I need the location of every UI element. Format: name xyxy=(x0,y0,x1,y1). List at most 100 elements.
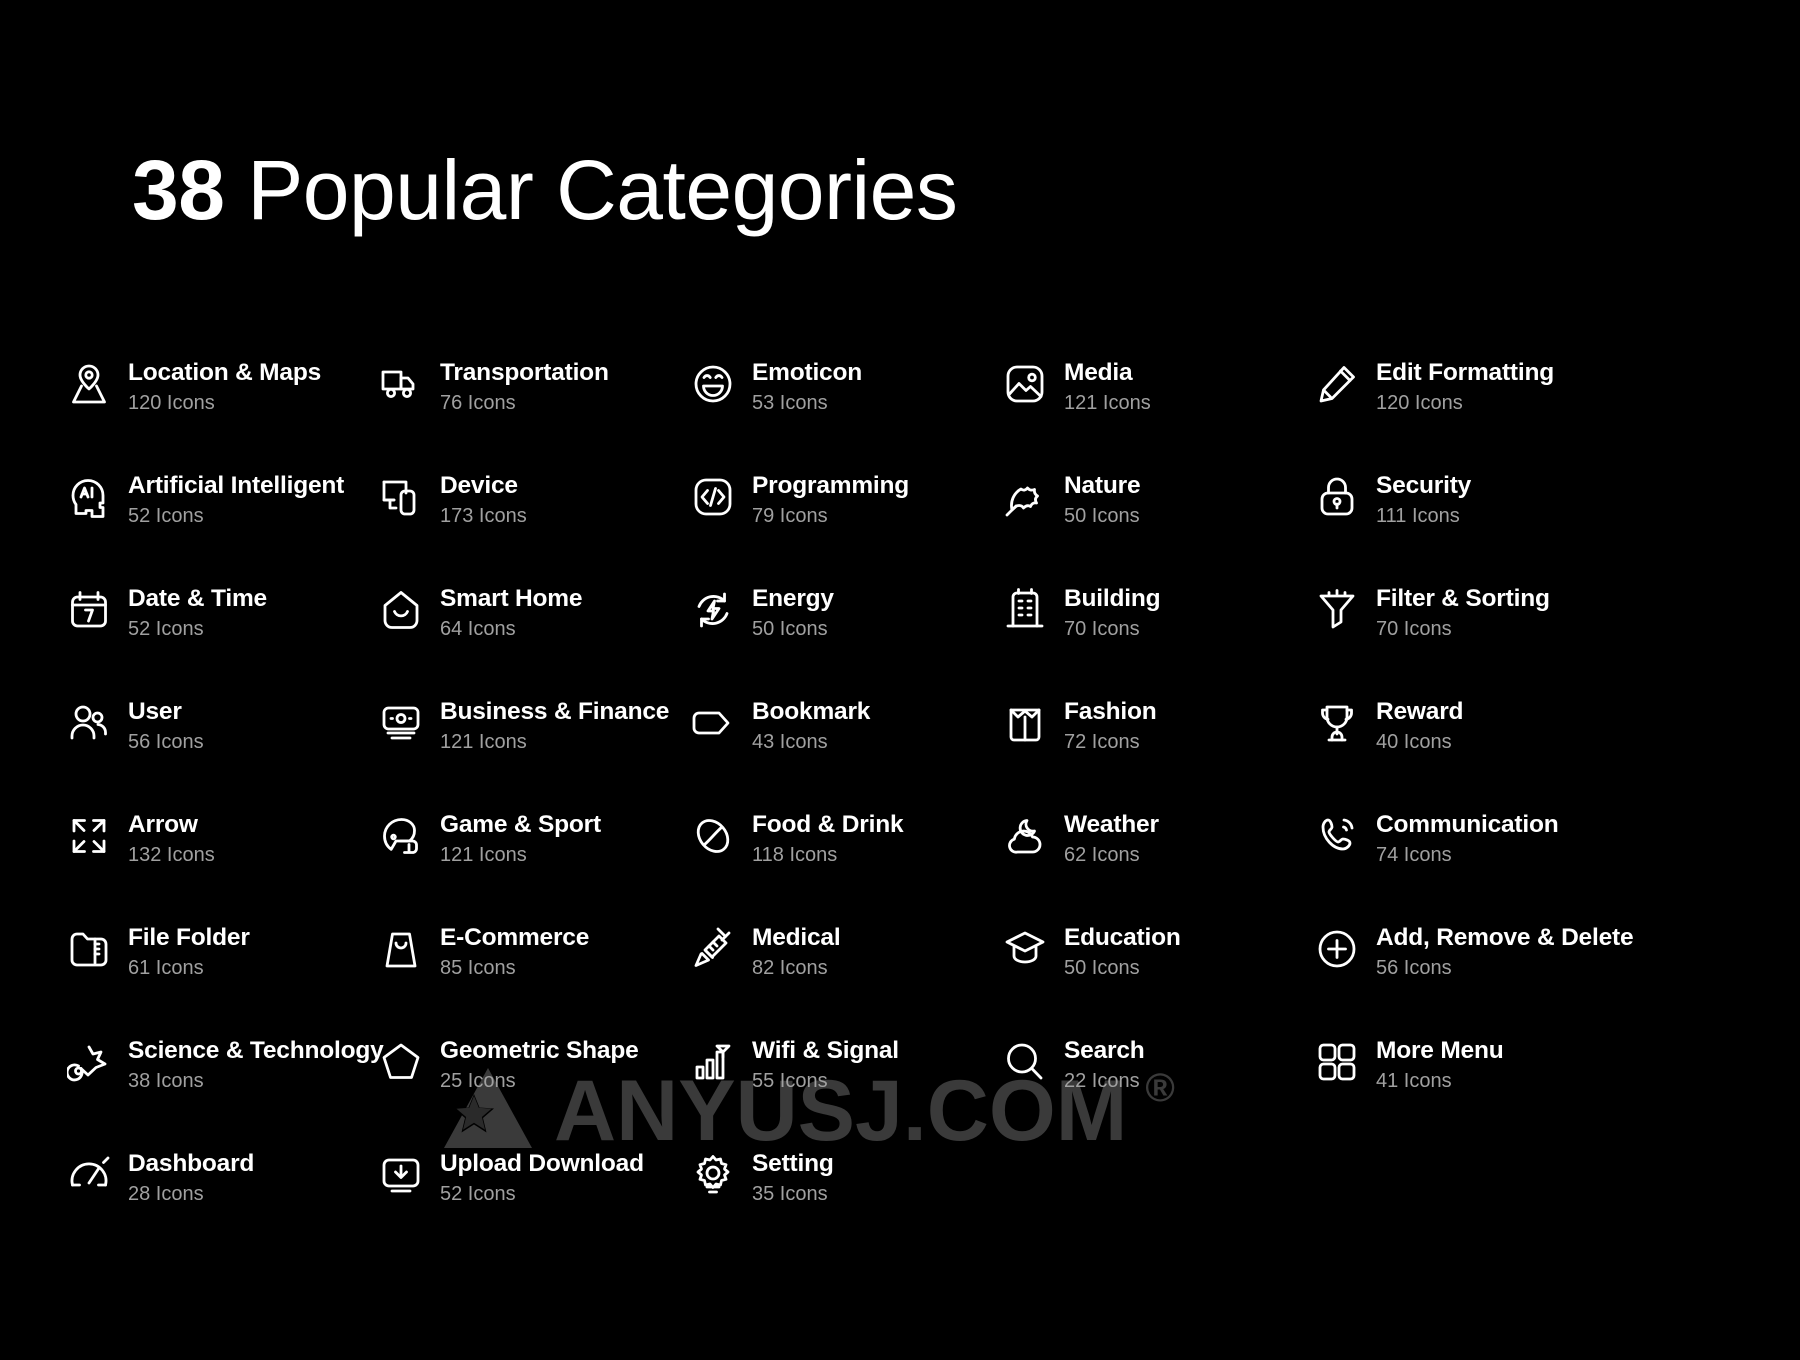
pencil-icon xyxy=(1314,361,1360,407)
category-item[interactable]: Weather 62 Icons xyxy=(1002,807,1314,920)
category-item[interactable]: File Folder 61 Icons xyxy=(66,920,378,1033)
calendar-icon xyxy=(66,587,112,633)
category-count: 121 Icons xyxy=(440,730,527,753)
category-label: Bookmark xyxy=(752,698,871,725)
category-item[interactable]: Energy 50 Icons xyxy=(690,581,1002,694)
category-grid: Location & Maps 120 Icons Transportation 76… xyxy=(66,355,1746,1259)
category-count: 120 Icons xyxy=(128,391,215,414)
category-item[interactable]: Science & Technology 38 Icons xyxy=(66,1033,384,1146)
category-item[interactable]: Education 50 Icons xyxy=(1002,920,1314,1033)
category-text: Transportation 76 Icons xyxy=(440,359,609,416)
category-count: 61 Icons xyxy=(128,956,204,979)
category-count: 85 Icons xyxy=(440,956,516,979)
category-item[interactable]: Date & Time 52 Icons xyxy=(66,581,378,694)
category-item[interactable]: Wifi & Signal 55 Icons xyxy=(690,1033,1002,1146)
category-label: Geometric Shape xyxy=(440,1037,639,1064)
category-item[interactable]: Upload Download 52 Icons xyxy=(378,1146,690,1259)
category-item[interactable]: Emoticon 53 Icons xyxy=(690,355,1002,468)
graduation-cap-icon xyxy=(1002,926,1048,972)
category-count: 25 Icons xyxy=(440,1069,516,1092)
category-label: Game & Sport xyxy=(440,811,601,838)
category-item[interactable]: Game & Sport 121 Icons xyxy=(378,807,690,920)
category-item[interactable]: Medical 82 Icons xyxy=(690,920,1002,1033)
category-count: 121 Icons xyxy=(1064,391,1151,414)
category-count: 38 Icons xyxy=(128,1069,204,1092)
category-item[interactable]: Food & Drink 118 Icons xyxy=(690,807,1002,920)
category-label: Media xyxy=(1064,359,1133,386)
category-text: Game & Sport 121 Icons xyxy=(440,811,601,868)
category-count: 28 Icons xyxy=(128,1182,204,1205)
category-item[interactable]: More Menu 41 Icons xyxy=(1314,1033,1626,1146)
energy-bolt-icon xyxy=(690,587,736,633)
category-item[interactable]: Dashboard 28 Icons xyxy=(66,1146,378,1259)
category-item[interactable]: Communication 74 Icons xyxy=(1314,807,1626,920)
category-label: Add, Remove & Delete xyxy=(1376,924,1634,951)
smart-home-icon xyxy=(378,587,424,633)
category-text: Location & Maps 120 Icons xyxy=(128,359,321,416)
category-label: Communication xyxy=(1376,811,1559,838)
phone-call-icon xyxy=(1314,813,1360,859)
cloud-moon-icon xyxy=(1002,813,1048,859)
category-label: Energy xyxy=(752,585,834,612)
category-item[interactable]: Device 173 Icons xyxy=(378,468,690,581)
category-count: 52 Icons xyxy=(440,1182,516,1205)
category-text: Arrow 132 Icons xyxy=(128,811,215,868)
category-label: Food & Drink xyxy=(752,811,904,838)
category-text: Edit Formatting 120 Icons xyxy=(1376,359,1554,416)
category-label: More Menu xyxy=(1376,1037,1504,1064)
category-item[interactable]: Reward 40 Icons xyxy=(1314,694,1626,807)
category-label: Security xyxy=(1376,472,1472,499)
category-text: Filter & Sorting 70 Icons xyxy=(1376,585,1550,642)
category-count: 50 Icons xyxy=(1064,504,1140,527)
category-item[interactable]: Building 70 Icons xyxy=(1002,581,1314,694)
page-title-rest: Popular Categories xyxy=(224,143,958,237)
category-label: Business & Finance xyxy=(440,698,670,725)
category-count: 53 Icons xyxy=(752,391,828,414)
category-text: Setting 35 Icons xyxy=(752,1150,834,1207)
page-title: 38 Popular Categories xyxy=(132,148,958,232)
category-item[interactable]: Fashion 72 Icons xyxy=(1002,694,1314,807)
category-text: File Folder 61 Icons xyxy=(128,924,250,981)
category-count: 70 Icons xyxy=(1376,617,1452,640)
category-item[interactable]: Business & Finance 121 Icons xyxy=(378,694,690,807)
category-item[interactable]: User 56 Icons xyxy=(66,694,378,807)
category-count: 64 Icons xyxy=(440,617,516,640)
category-text: Bookmark 43 Icons xyxy=(752,698,870,755)
category-label: Reward xyxy=(1376,698,1464,725)
syringe-icon xyxy=(690,926,736,972)
category-item[interactable]: Search 22 Icons xyxy=(1002,1033,1314,1146)
category-label: Device xyxy=(440,472,518,499)
category-label: Education xyxy=(1064,924,1181,951)
category-text: Building 70 Icons xyxy=(1064,585,1161,642)
trophy-icon xyxy=(1314,700,1360,746)
category-item[interactable]: Transportation 76 Icons xyxy=(378,355,690,468)
football-helmet-icon xyxy=(378,813,424,859)
category-item[interactable]: Geometric Shape 25 Icons xyxy=(378,1033,690,1146)
category-item[interactable]: E-Commerce 85 Icons xyxy=(378,920,690,1033)
category-label: Building xyxy=(1064,585,1161,612)
category-item[interactable]: Nature 50 Icons xyxy=(1002,468,1314,581)
category-item[interactable]: Setting 35 Icons xyxy=(690,1146,1002,1259)
category-count: 22 Icons xyxy=(1064,1069,1140,1092)
category-item[interactable]: Edit Formatting 120 Icons xyxy=(1314,355,1626,468)
category-label: Upload Download xyxy=(440,1150,644,1177)
category-item[interactable]: Security 111 Icons xyxy=(1314,468,1626,581)
category-item[interactable]: Artificial Intelligent 52 Icons xyxy=(66,468,378,581)
category-count: 41 Icons xyxy=(1376,1069,1452,1092)
plus-circle-icon xyxy=(1314,926,1360,972)
category-item[interactable]: Arrow 132 Icons xyxy=(66,807,378,920)
category-item[interactable]: Smart Home 64 Icons xyxy=(378,581,690,694)
category-text: Device 173 Icons xyxy=(440,472,527,529)
category-text: Food & Drink 118 Icons xyxy=(752,811,904,868)
category-text: Add, Remove & Delete 56 Icons xyxy=(1376,924,1634,981)
category-item[interactable]: Add, Remove & Delete 56 Icons xyxy=(1314,920,1634,1033)
category-count: 120 Icons xyxy=(1376,391,1463,414)
category-item[interactable]: Programming 79 Icons xyxy=(690,468,1002,581)
category-count: 40 Icons xyxy=(1376,730,1452,753)
category-count: 76 Icons xyxy=(440,391,516,414)
category-item[interactable]: Filter & Sorting 70 Icons xyxy=(1314,581,1626,694)
category-item[interactable]: Media 121 Icons xyxy=(1002,355,1314,468)
category-label: File Folder xyxy=(128,924,250,951)
category-item[interactable]: Location & Maps 120 Icons xyxy=(66,355,378,468)
category-item[interactable]: Bookmark 43 Icons xyxy=(690,694,1002,807)
